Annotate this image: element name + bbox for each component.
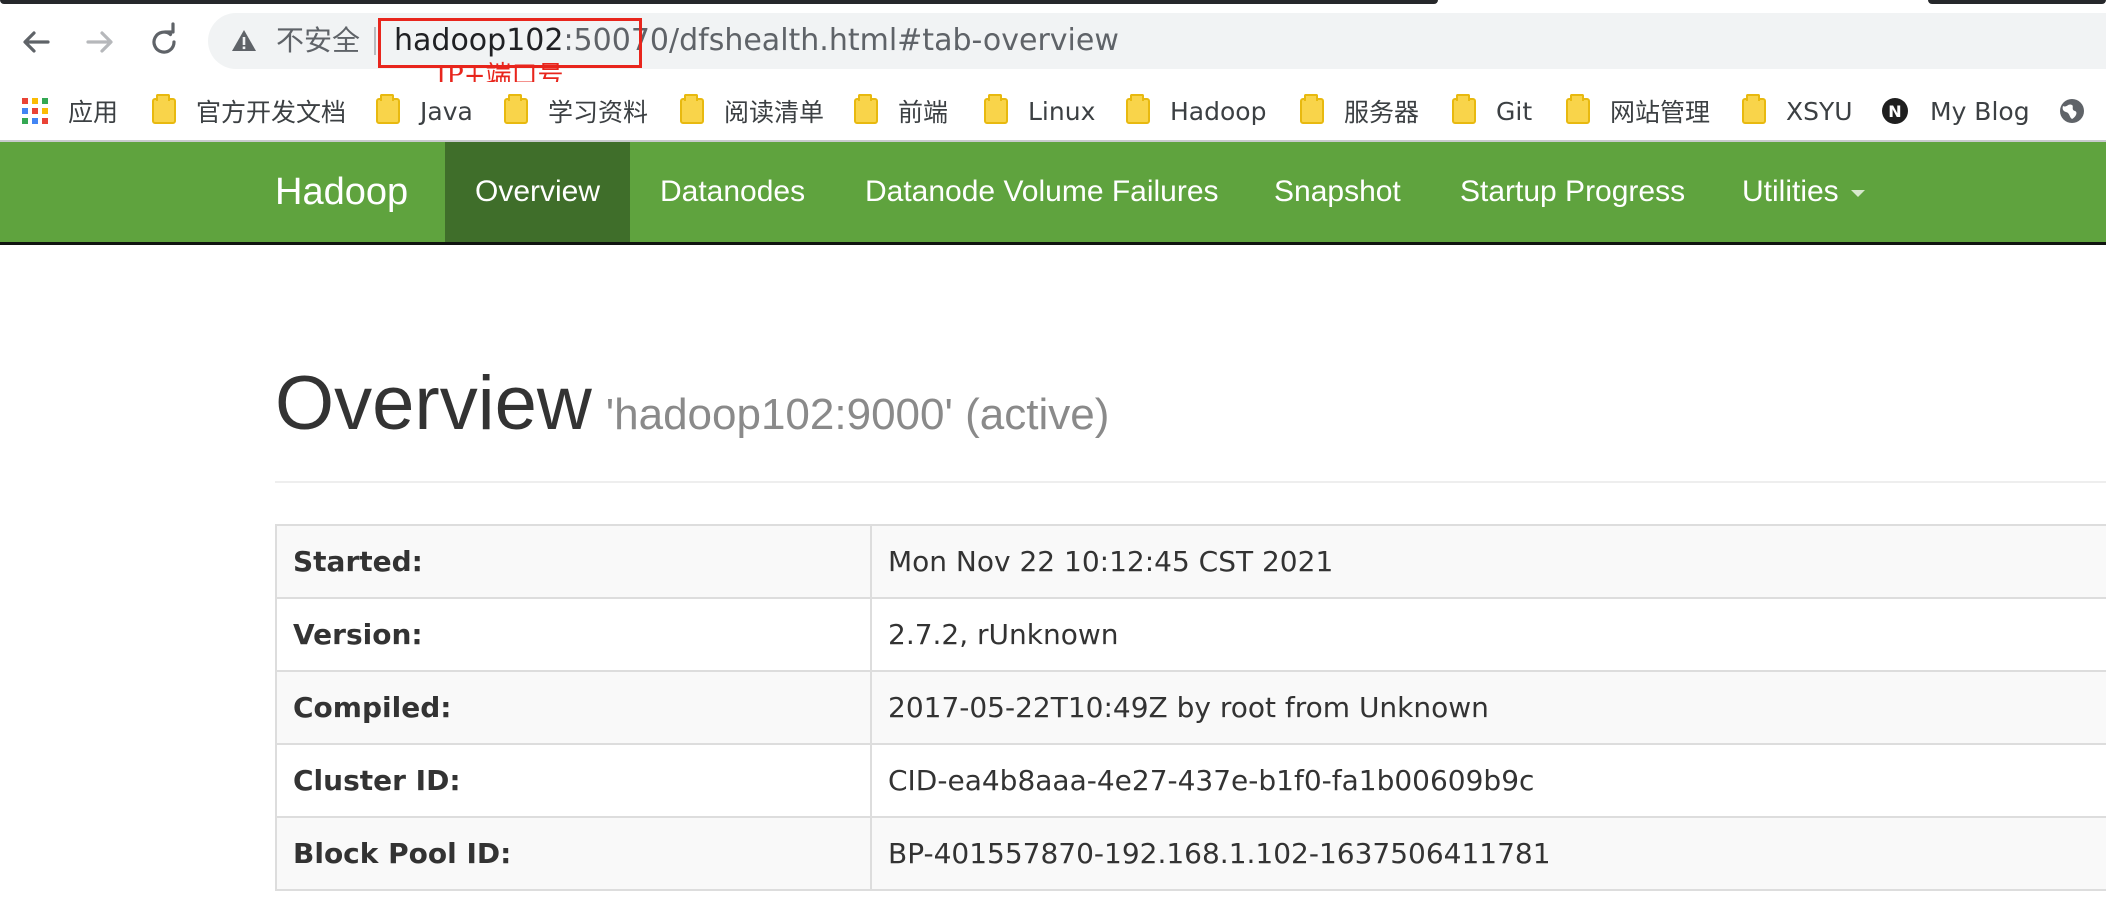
- bookmark-label: 网站管理: [1610, 98, 1711, 127]
- table-row: Version: 2.7.2, rUnknown: [275, 597, 2106, 672]
- bookmark-label: My Blog: [1930, 96, 2030, 126]
- arrow-left-icon: [23, 31, 50, 53]
- back-button[interactable]: [14, 20, 58, 64]
- bookmark-globe[interactable]: [2058, 86, 2096, 136]
- folder-icon: [1300, 94, 1324, 124]
- bookmark-folder[interactable]: Java: [376, 86, 473, 136]
- nav-overview[interactable]: Overview: [445, 142, 630, 242]
- url-path: :50070/dfshealth.html#tab-overview: [563, 23, 1119, 58]
- caret-down-icon: [1850, 189, 1865, 197]
- browser-toolbar: 不安全 hadoop102:50070/dfshealth.html#tab-o…: [0, 10, 2106, 72]
- bookmark-folder[interactable]: 学习资料: [504, 86, 648, 136]
- reload-icon: [152, 22, 176, 54]
- bookmark-folder[interactable]: 服务器: [1300, 86, 1419, 136]
- folder-icon: [504, 94, 528, 124]
- row-value: CID-ea4b8aaa-4e27-437e-b1f0-fa1b00609b9c: [870, 743, 2106, 818]
- page-subtitle: 'hadoop102:9000' (active): [605, 390, 1110, 439]
- tab-strip: [0, 0, 2106, 10]
- bookmark-folder[interactable]: Hadoop: [1126, 86, 1266, 136]
- bookmark-folder[interactable]: Git: [1452, 86, 1532, 136]
- row-value: BP-401557870-192.168.1.102-1637506411781: [870, 816, 2106, 891]
- bookmark-folder[interactable]: 官方开发文档: [152, 86, 346, 136]
- bookmark-label: XSYU: [1786, 96, 1853, 126]
- bookmark-folder[interactable]: XSYU: [1742, 86, 1853, 136]
- navbar-brand[interactable]: Hadoop: [275, 142, 408, 242]
- folder-icon: [1566, 94, 1590, 124]
- row-value: 2.7.2, rUnknown: [870, 597, 2106, 672]
- nav-snapshot[interactable]: Snapshot: [1244, 142, 1431, 242]
- bookmark-folder[interactable]: 前端: [854, 86, 948, 136]
- forward-button[interactable]: [78, 20, 122, 64]
- n-logo-icon: N: [1882, 98, 1908, 124]
- table-row: Compiled: 2017-05-22T10:49Z by root from…: [275, 670, 2106, 745]
- row-key: Compiled:: [275, 670, 872, 745]
- arrow-right-icon: [86, 31, 113, 53]
- folder-icon: [1742, 94, 1766, 124]
- nav-startup-progress[interactable]: Startup Progress: [1430, 142, 1715, 242]
- table-row: Block Pool ID: BP-401557870-192.168.1.10…: [275, 816, 2106, 891]
- folder-icon: [854, 94, 878, 124]
- row-value: Mon Nov 22 10:12:45 CST 2021: [870, 524, 2106, 599]
- folder-icon: [680, 94, 704, 124]
- nav-datanode-volume-failures[interactable]: Datanode Volume Failures: [835, 142, 1249, 242]
- folder-icon: [1452, 94, 1476, 124]
- page-title: Overview: [275, 361, 592, 446]
- bookmark-label: Git: [1496, 96, 1533, 126]
- bookmark-label: Java: [420, 96, 473, 126]
- page-header: Overview 'hadoop102:9000' (active): [275, 362, 1109, 446]
- row-key: Version:: [275, 597, 872, 672]
- tab-strip-bar: [0, 0, 1438, 4]
- bookmark-folder[interactable]: 阅读清单: [680, 86, 824, 136]
- tab-strip-bar-right: [1928, 0, 2106, 4]
- table-row: Started: Mon Nov 22 10:12:45 CST 2021: [275, 524, 2106, 599]
- bookmark-label: 前端: [898, 98, 949, 127]
- bookmark-label: 学习资料: [548, 98, 649, 127]
- bookmark-label: 阅读清单: [724, 98, 825, 127]
- bookmark-label: Hadoop: [1170, 96, 1267, 126]
- folder-icon: [1126, 94, 1150, 124]
- apps-grid-icon: [22, 98, 48, 124]
- folder-icon: [984, 94, 1008, 124]
- bookmark-folder[interactable]: 网站管理: [1566, 86, 1710, 136]
- bookmark-label: 服务器: [1344, 98, 1420, 127]
- row-key: Block Pool ID:: [275, 816, 872, 891]
- header-divider: [275, 481, 2106, 483]
- bookmark-apps[interactable]: 应用: [22, 86, 118, 136]
- nav-datanodes[interactable]: Datanodes: [630, 142, 835, 242]
- row-key: Cluster ID:: [275, 743, 872, 818]
- globe-icon: [2060, 99, 2084, 123]
- folder-icon: [152, 94, 176, 124]
- bookmark-label: 应用: [68, 98, 119, 127]
- bookmarks-bar: 应用 官方开发文档 Java 学习资料 阅读清单 前端 Linux Hadoop…: [0, 82, 2106, 140]
- bookmark-folder[interactable]: Linux: [984, 86, 1095, 136]
- warning-icon: [232, 30, 256, 51]
- reload-button[interactable]: [142, 20, 186, 64]
- bookmark-label: Linux: [1028, 96, 1096, 126]
- security-separator: [374, 27, 376, 55]
- row-value: 2017-05-22T10:49Z by root from Unknown: [870, 670, 2106, 745]
- row-key: Started:: [275, 524, 872, 599]
- bookmark-my-blog[interactable]: N My Blog: [1882, 86, 2030, 136]
- hadoop-navbar: Hadoop Overview Datanodes Datanode Volum…: [0, 142, 2106, 245]
- nav-utilities[interactable]: Utilities: [1712, 142, 1895, 242]
- overview-table: Started: Mon Nov 22 10:12:45 CST 2021 Ve…: [275, 524, 2106, 891]
- bookmark-label: 官方开发文档: [196, 98, 347, 127]
- table-row: Cluster ID: CID-ea4b8aaa-4e27-437e-b1f0-…: [275, 743, 2106, 818]
- security-label[interactable]: 不安全: [276, 23, 360, 59]
- folder-icon: [376, 94, 400, 124]
- nav-utilities-label: Utilities: [1742, 175, 1839, 208]
